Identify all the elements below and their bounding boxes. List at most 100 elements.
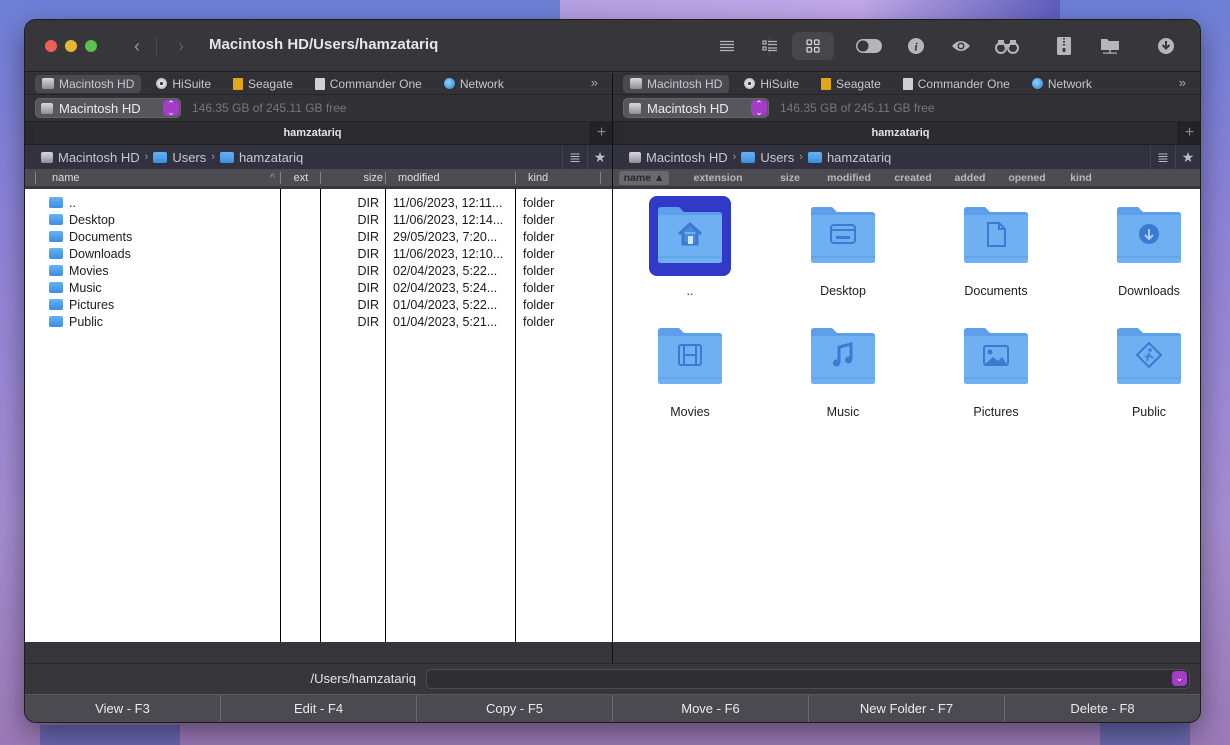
history-button[interactable]: ≣ [1150, 145, 1175, 169]
more-drives-button[interactable]: » [1179, 75, 1186, 90]
breadcrumb: Macintosh HD › Users › hamzatariq ≣ ★ [25, 145, 612, 169]
sort-option[interactable]: name ▲ [619, 170, 669, 185]
file-list[interactable]: .. DIR 11/06/2023, 12:11... folder Desktop DI… [25, 189, 612, 642]
hard-drive-icon [629, 102, 641, 114]
drive-tab-commander-one[interactable]: Commander One [896, 75, 1017, 93]
home-folder-icon [219, 151, 234, 163]
drive-bar: Macintosh HD HiSuite Seagate Commander O… [25, 73, 612, 95]
detailed-view-button[interactable] [755, 34, 785, 58]
column-ext[interactable]: ext [281, 169, 321, 187]
drive-tab-commander-one[interactable]: Commander One [308, 75, 429, 93]
grid-item[interactable]: Music [788, 317, 898, 427]
file-name-cell: Movies [49, 264, 109, 278]
file-name: Documents [69, 229, 133, 244]
file-row[interactable]: Pictures DIR 01/04/2023, 5:22... folder [25, 296, 612, 313]
grid-item[interactable]: Documents [941, 196, 1051, 306]
drive-tab-network[interactable]: Network [1025, 75, 1099, 93]
delete-button[interactable]: Delete - F8 [1005, 695, 1200, 722]
title-bar: ‹ › Macintosh HD/Users/hamzatariq i [25, 20, 1200, 72]
sort-option[interactable]: created [885, 172, 941, 184]
grid-item[interactable]: Pictures [941, 317, 1051, 427]
file-row[interactable]: Downloads DIR 11/06/2023, 12:10... folder [25, 245, 612, 262]
add-tab-button[interactable]: + [590, 122, 612, 144]
history-button[interactable]: ≣ [562, 145, 587, 169]
search-button[interactable] [992, 34, 1022, 58]
minimize-window-button[interactable] [65, 40, 77, 52]
drive-tab-macintosh-hd[interactable]: Macintosh HD [623, 74, 730, 93]
file-row[interactable]: Desktop DIR 11/06/2023, 12:14... folder [25, 211, 612, 228]
file-row[interactable]: Music DIR 02/04/2023, 5:24... folder [25, 279, 612, 296]
breadcrumb-item[interactable]: Macintosh HD [629, 150, 728, 165]
sort-option[interactable]: extension [675, 172, 761, 184]
column-modified[interactable]: modified [386, 169, 516, 187]
toggle-hidden-files-button[interactable] [854, 34, 884, 58]
sort-option[interactable]: kind [1061, 172, 1101, 184]
drive-tab-macintosh-hd[interactable]: Macintosh HD [35, 74, 142, 93]
more-drives-button[interactable]: » [591, 75, 598, 90]
column-kind[interactable]: kind [516, 169, 601, 187]
view-button[interactable]: View - F3 [25, 695, 221, 722]
close-window-button[interactable] [45, 40, 57, 52]
drive-tab-hisuite[interactable]: HiSuite [737, 75, 806, 93]
file-name: Desktop [69, 212, 115, 227]
folder-icon [49, 231, 63, 242]
drive-tab-hisuite[interactable]: HiSuite [149, 75, 218, 93]
thumbnail-view-button[interactable] [792, 32, 834, 60]
sort-option[interactable]: opened [999, 172, 1055, 184]
breadcrumb-item[interactable]: hamzatariq [219, 150, 303, 165]
thumbnail-grid[interactable]: .. Desktop Documents Downloads Movies Music Pi… [613, 189, 1200, 642]
new-folder-button[interactable]: New Folder - F7 [809, 695, 1005, 722]
move-button[interactable]: Move - F6 [613, 695, 809, 722]
file-row[interactable]: Movies DIR 02/04/2023, 5:22... folder [25, 262, 612, 279]
brief-view-button[interactable] [712, 34, 742, 58]
sort-bar: name ▲ extension size modified created added o… [613, 169, 1200, 187]
edit-button[interactable]: Edit - F4 [221, 695, 417, 722]
drive-tab-seagate[interactable]: Seagate [226, 75, 300, 93]
archive-button[interactable] [1049, 34, 1079, 58]
grid-item[interactable]: Movies [635, 317, 745, 427]
file-modified: 01/04/2023, 5:22... [393, 297, 498, 312]
grid-item[interactable]: Desktop [788, 196, 898, 306]
sort-option[interactable]: modified [819, 172, 879, 184]
divider [156, 36, 157, 56]
sort-option[interactable]: added [947, 172, 993, 184]
breadcrumb-item[interactable]: Users [153, 150, 206, 165]
copy-button[interactable]: Copy - F5 [417, 695, 613, 722]
volume-select[interactable]: Macintosh HD ⌃ ⌄ [623, 98, 769, 118]
file-row[interactable]: .. DIR 11/06/2023, 12:11... folder [25, 194, 612, 211]
network-share-button[interactable] [1095, 34, 1125, 58]
file-row[interactable]: Public DIR 01/04/2023, 5:21... folder [25, 313, 612, 330]
info-button[interactable]: i [901, 34, 931, 58]
tab-hamzatariq[interactable]: hamzatariq [623, 122, 1178, 144]
grid-item[interactable]: Downloads [1094, 196, 1200, 306]
picture-folder-icon [955, 317, 1037, 397]
volume-select[interactable]: Macintosh HD ⌃ ⌄ [35, 98, 181, 118]
drive-label: Network [1047, 76, 1092, 91]
command-input[interactable]: ⌄ [426, 669, 1190, 689]
favorites-button[interactable]: ★ [587, 145, 612, 169]
breadcrumb-item[interactable]: Macintosh HD [41, 150, 140, 165]
file-row[interactable]: Documents DIR 29/05/2023, 7:20... folder [25, 228, 612, 245]
tab-hamzatariq[interactable]: hamzatariq [35, 122, 590, 144]
column-size[interactable]: size [321, 169, 386, 187]
add-tab-button[interactable]: + [1178, 122, 1200, 144]
forward-button[interactable]: › [171, 35, 191, 57]
drive-tab-network[interactable]: Network [437, 75, 511, 93]
quick-look-button[interactable] [946, 34, 976, 58]
chevron-down-icon[interactable]: ⌄ [1172, 671, 1187, 686]
favorites-button[interactable]: ★ [1175, 145, 1200, 169]
drive-label: Network [459, 76, 504, 91]
breadcrumb-item[interactable]: hamzatariq [807, 150, 891, 165]
column-name[interactable]: name ^ [25, 169, 281, 187]
breadcrumb-item[interactable]: Users [741, 150, 794, 165]
back-button[interactable]: ‹ [127, 35, 147, 57]
download-button[interactable] [1151, 34, 1181, 58]
zoom-window-button[interactable] [85, 40, 97, 52]
volume-bar: Macintosh HD ⌃ ⌄ 146.35 GB of 245.11 GB f… [613, 95, 1200, 122]
grid-item[interactable]: .. [635, 196, 745, 306]
sort-option[interactable]: size [767, 172, 813, 184]
folder-icon [49, 197, 63, 208]
file-name-cell: Downloads [49, 247, 131, 261]
grid-item[interactable]: Public [1094, 317, 1200, 427]
drive-tab-seagate[interactable]: Seagate [814, 75, 888, 93]
